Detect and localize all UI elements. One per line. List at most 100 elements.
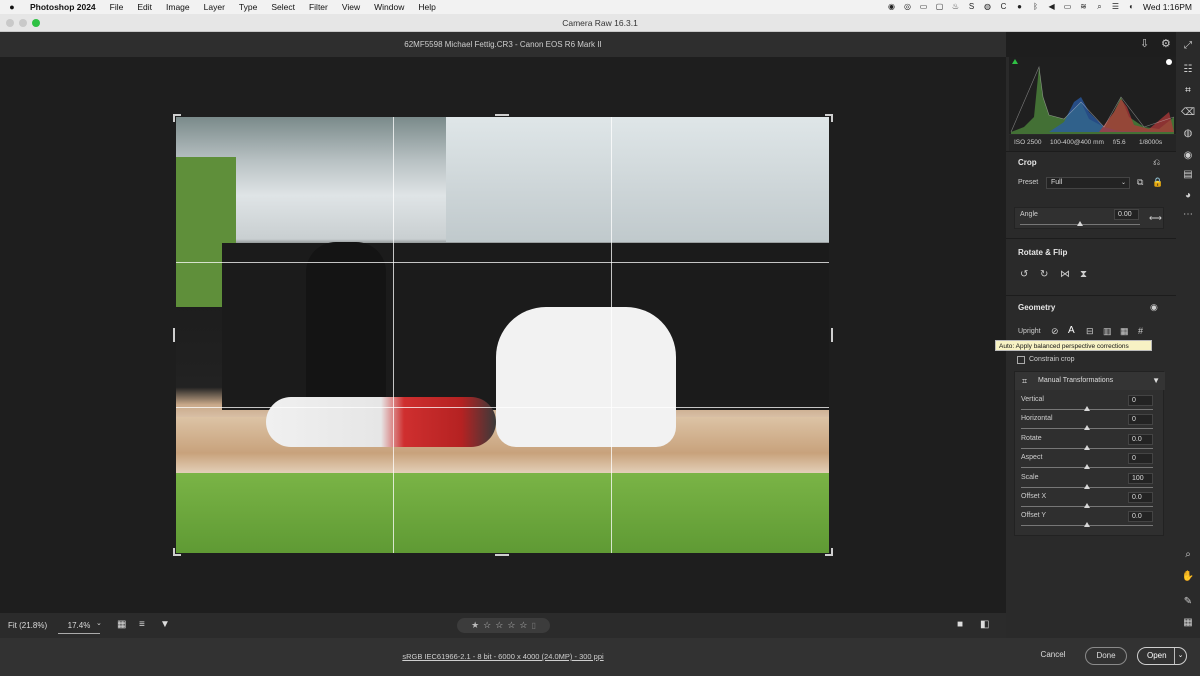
trash-icon[interactable]: ▯ [531,621,535,630]
constrain-crop-checkbox[interactable] [1017,356,1025,364]
status-icon-c[interactable]: C [999,3,1008,11]
before-after-icon[interactable]: ◧ [980,619,989,630]
transform-slider-value[interactable]: 0 [1128,453,1153,465]
camera-icon[interactable]: ▭ [919,3,928,11]
transform-slider-value[interactable]: 0 [1128,414,1153,426]
transform-slider-thumb[interactable] [1084,464,1090,470]
presets-icon[interactable]: ◕ [1181,190,1195,201]
chevron-down-icon[interactable]: ⌄ [1174,648,1186,664]
angle-slider-thumb[interactable] [1077,221,1083,226]
grid-overlay-icon[interactable]: ▦ [1181,617,1195,628]
apple-icon[interactable]: ● [0,2,24,12]
hand-tool-icon[interactable]: ✋ [1181,571,1195,582]
close-window-button[interactable] [6,19,14,27]
menu-help[interactable]: Help [411,2,442,12]
transform-slider-value[interactable]: 0.0 [1128,511,1153,523]
sort-icon[interactable]: ≡ [139,619,145,630]
masking-icon[interactable]: ◍ [1181,128,1195,139]
menu-image[interactable]: Image [159,2,197,12]
siri-icon[interactable]: ◐ [1127,3,1136,11]
menu-filter[interactable]: Filter [302,2,335,12]
status-icon-dot[interactable]: ● [1015,3,1024,11]
star-icon[interactable]: ☆ [519,620,527,631]
menu-select[interactable]: Select [264,2,302,12]
star-icon[interactable]: ☆ [495,620,503,631]
bluetooth-icon[interactable]: ᛒ [1031,3,1040,11]
crop-tool-icon[interactable]: ⌗ [1181,85,1195,96]
zoom-tool-icon[interactable]: ⌕ [1181,549,1195,560]
crop-handle-bottom-right[interactable] [831,548,833,556]
straighten-tool-icon[interactable]: ⟷ [1149,213,1162,224]
rotate-flip-section-title[interactable]: Rotate & Flip [1018,248,1067,257]
collapse-triangle-icon[interactable]: ▼ [1152,372,1160,390]
status-icon-circle[interactable]: ◍ [983,3,992,11]
image-canvas[interactable] [0,57,1006,613]
status-icon-app[interactable]: ◉ [887,3,896,11]
transform-slider-thumb[interactable] [1084,425,1090,431]
gear-icon[interactable]: ⚙ [1161,37,1171,50]
menubar-clock[interactable]: Wed 1:16PM [1143,2,1192,12]
crop-handle-bottom[interactable] [495,554,509,556]
crop-handle-left[interactable] [173,328,175,342]
zoom-dropdown-icon[interactable]: ⌄ [96,619,102,627]
highlight-clipping-icon[interactable] [1166,59,1172,65]
angle-value-field[interactable]: 0.00 [1114,209,1139,220]
star-icon[interactable]: ☆ [483,620,491,631]
single-view-icon[interactable]: ■ [957,619,963,630]
edit-sliders-icon[interactable]: ☷ [1181,64,1195,75]
shadow-clipping-icon[interactable] [1012,59,1018,64]
transform-slider-value[interactable]: 0.0 [1128,433,1153,445]
color-sampler-icon[interactable]: ✎ [1181,596,1195,607]
filmstrip-icon[interactable]: ▦ [117,619,126,630]
star-icon[interactable]: ☆ [507,620,515,631]
crop-ratio-icon[interactable]: ⧉ [1137,177,1143,188]
expand-icon[interactable]: ⤢ [1181,40,1195,51]
zoom-window-button[interactable] [32,19,40,27]
minimize-window-button[interactable] [19,19,27,27]
battery-icon[interactable]: ▭ [1063,3,1072,11]
menu-layer[interactable]: Layer [197,2,232,12]
lock-icon[interactable]: 🔒 [1152,177,1163,188]
video-icon[interactable]: ▢ [935,3,944,11]
upright-vertical-icon[interactable]: ▥ [1103,326,1112,337]
transform-slider-value[interactable]: 0 [1128,395,1153,406]
crop-section-title[interactable]: Crop [1018,158,1037,167]
rotate-left-icon[interactable]: ↺ [1020,269,1028,280]
save-image-icon[interactable]: ⇩ [1140,37,1149,50]
sound-icon[interactable]: ◀ [1047,3,1056,11]
eye-icon[interactable]: ◉ [1150,302,1158,313]
filter-icon[interactable]: ▼ [160,619,170,630]
heal-icon[interactable]: ⌫ [1181,107,1195,118]
fire-icon[interactable]: ♨ [951,3,960,11]
transform-slider-value[interactable]: 0.0 [1128,492,1153,503]
transform-slider-thumb[interactable] [1084,406,1090,411]
upright-level-icon[interactable]: ⊟ [1086,326,1094,337]
upright-full-icon[interactable]: ▦ [1120,326,1129,337]
flip-horizontal-icon[interactable]: ⋈ [1060,269,1070,280]
status-icon-s[interactable]: S [967,3,976,11]
red-eye-icon[interactable]: ◉ [1181,150,1195,161]
done-button[interactable]: Done [1085,647,1127,665]
wifi-icon[interactable]: ≋ [1079,3,1088,11]
cancel-button[interactable]: Cancel [1034,647,1072,665]
transform-slider-thumb[interactable] [1084,522,1090,528]
menu-edit[interactable]: Edit [130,2,159,12]
crop-handle-top-right[interactable] [831,114,833,122]
open-button[interactable]: Open ⌄ [1137,647,1187,665]
more-options-icon[interactable]: ⋯ [1181,209,1195,220]
status-icon-creative-cloud[interactable]: ◎ [903,3,912,11]
transform-slider-value[interactable]: 100 [1128,472,1153,484]
transform-slider-thumb[interactable] [1084,444,1090,450]
control-center-icon[interactable]: ☰ [1111,3,1120,11]
menu-file[interactable]: File [103,2,131,12]
transform-slider-thumb[interactable] [1084,503,1090,508]
rotate-right-icon[interactable]: ↻ [1040,269,1048,280]
flip-vertical-icon[interactable]: ⧗ [1080,269,1087,280]
crop-handle-top[interactable] [495,114,509,116]
upright-auto-icon[interactable]: A [1068,325,1075,336]
snapshots-icon[interactable]: ▤ [1181,169,1195,180]
upright-off-icon[interactable]: ⊘ [1051,326,1059,337]
crop-handle-bottom-left[interactable] [173,548,175,556]
upright-guided-icon[interactable]: # [1138,326,1143,336]
geometry-section-title[interactable]: Geometry [1018,303,1055,312]
